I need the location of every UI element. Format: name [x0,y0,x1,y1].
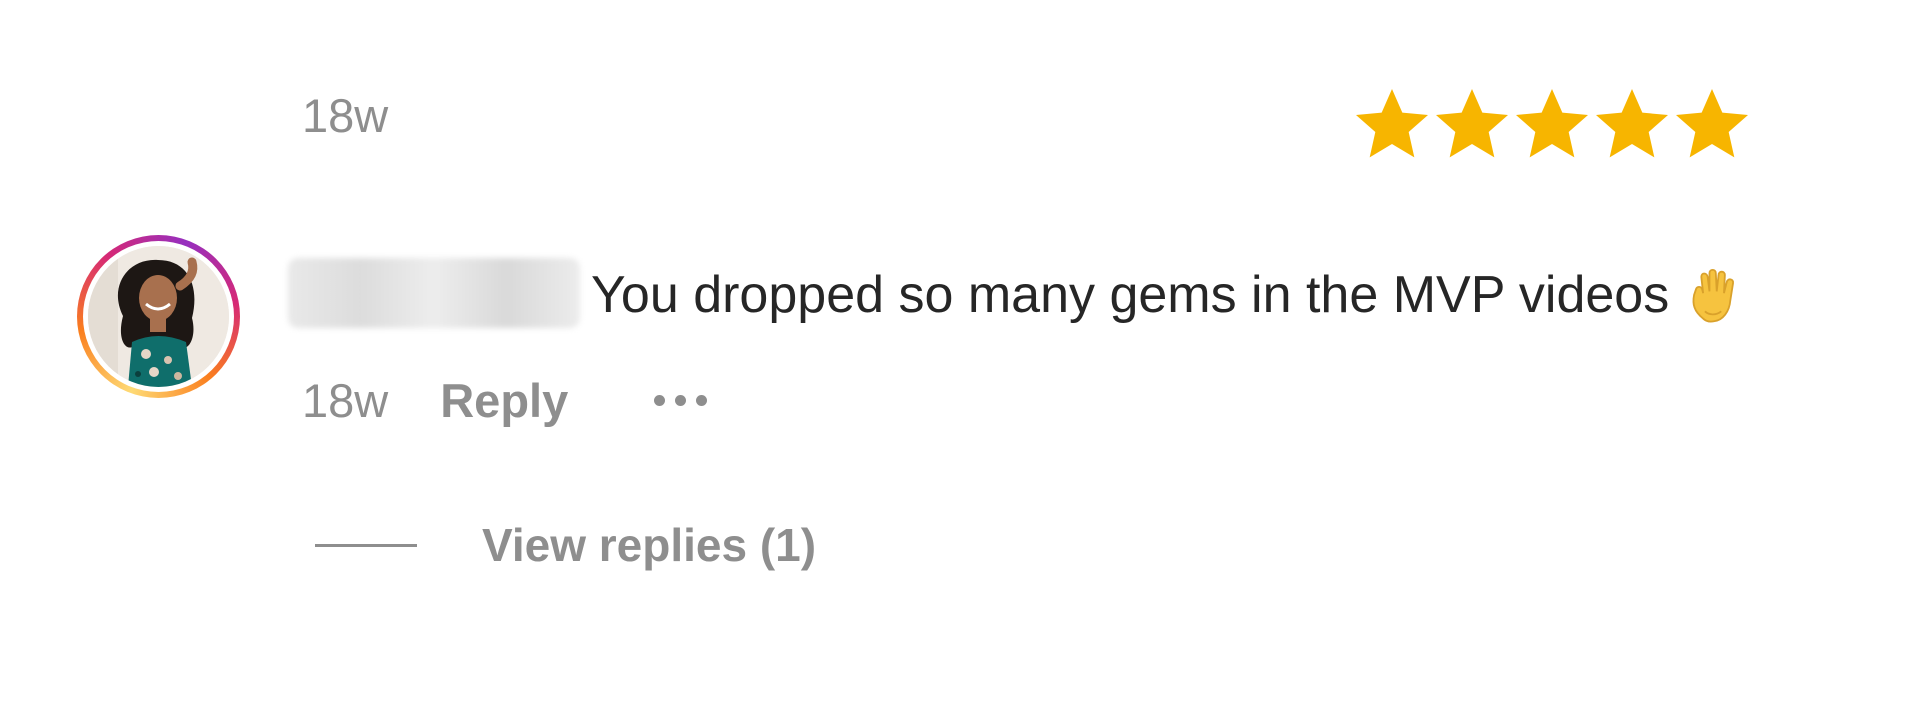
avatar-photo [88,246,229,387]
avatar[interactable] [77,235,240,398]
star-icon [1512,84,1592,164]
dot [675,394,687,406]
view-replies-label: View replies (1) [482,519,817,571]
comment-text: You dropped so many gems in the MVP vide… [591,266,1743,324]
comment-body: You dropped so many gems in the MVP vide… [591,266,1670,324]
reply-button[interactable]: Reply [440,373,568,428]
comment-time: 18w [302,373,389,427]
replies-divider [315,543,417,547]
star-rating [1352,84,1752,164]
star-icon [1352,84,1432,164]
dot [654,394,666,406]
view-replies-button[interactable]: View replies (1) [315,518,816,572]
avatar-ring-gap [83,241,234,392]
comment-meta: 18w Reply [302,373,708,428]
star-icon [1672,84,1752,164]
username-redacted[interactable] [288,258,580,328]
raised-hand-icon [1685,266,1743,324]
star-icon [1432,84,1512,164]
previous-comment-time: 18w [302,89,389,142]
star-icon [1592,84,1672,164]
dot [696,394,708,406]
more-options-icon[interactable] [654,375,708,425]
